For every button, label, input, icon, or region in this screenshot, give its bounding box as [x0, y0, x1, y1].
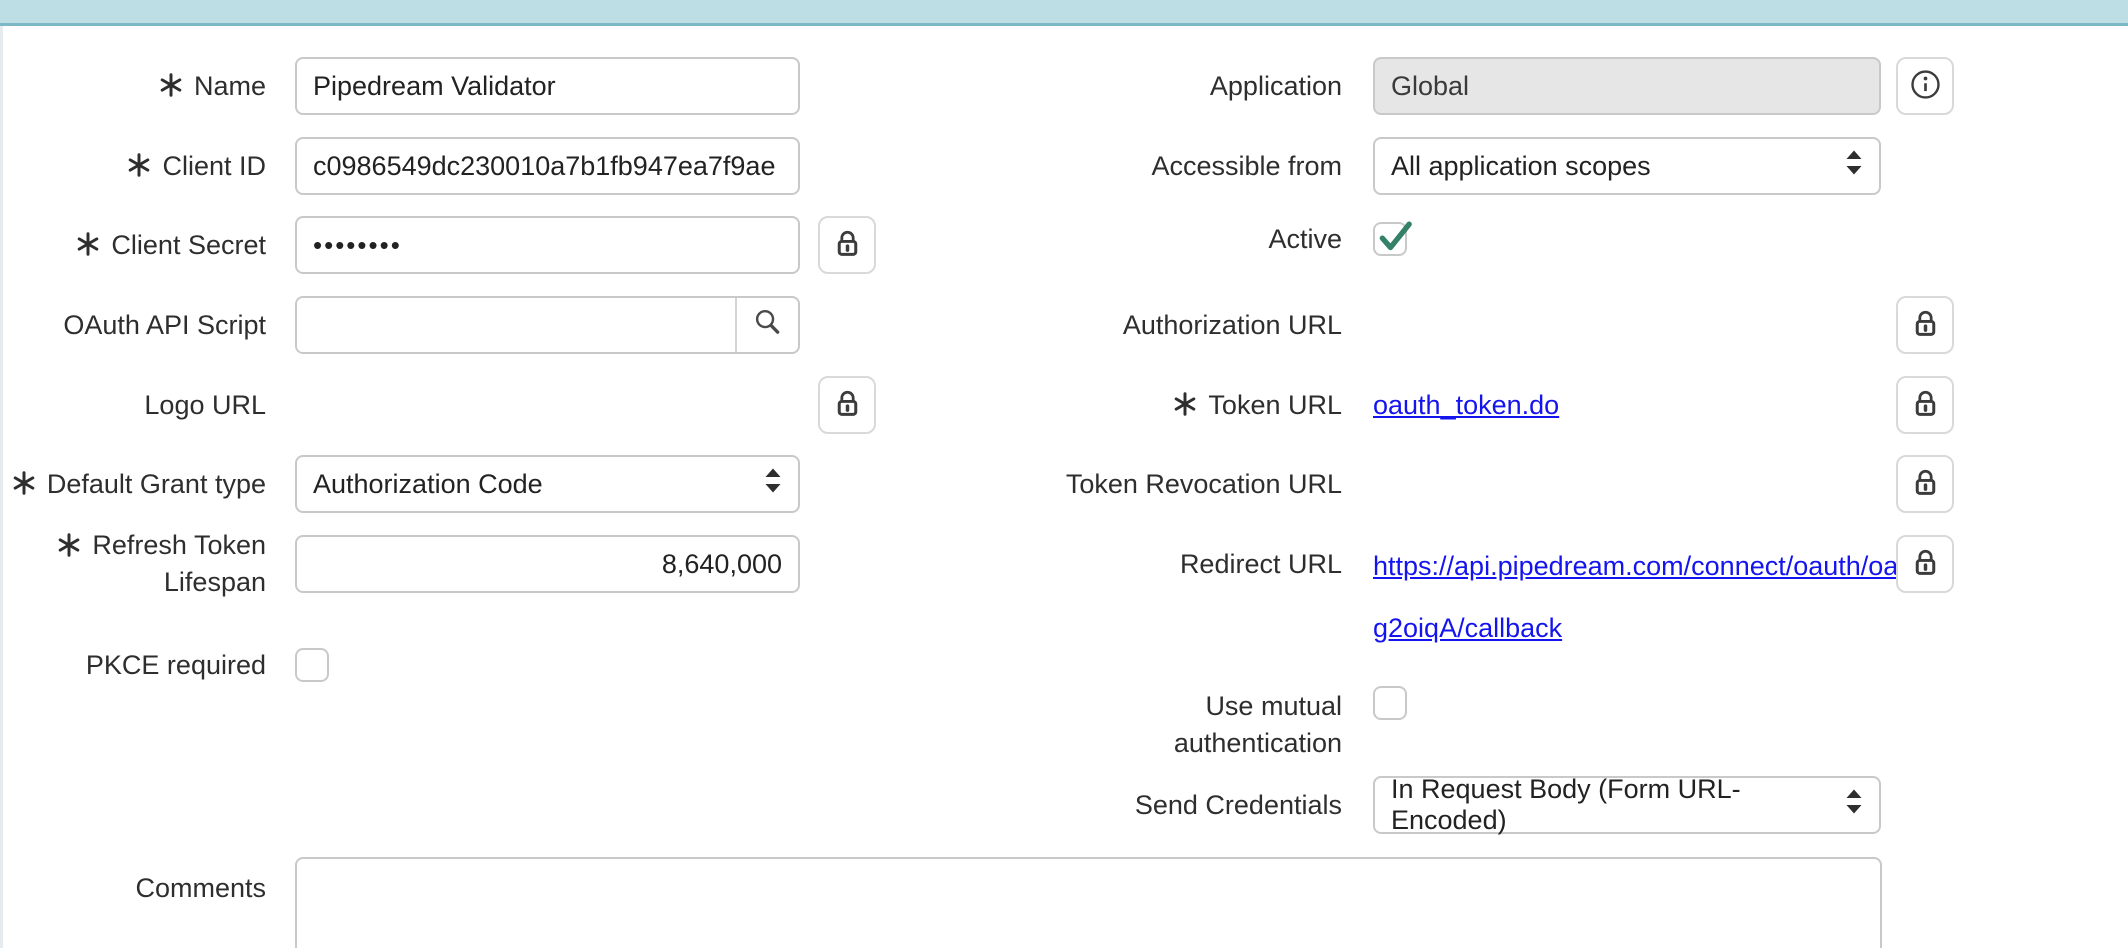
oauth-entity-form: Name Client ID Client Secret OAuth API S…: [0, 0, 2128, 948]
accessible-from-select[interactable]: All application scopes: [1373, 137, 1881, 195]
select-stepper-icon: [1845, 789, 1863, 822]
refresh-token-lifespan-input[interactable]: [295, 535, 800, 593]
form-header-bar: [0, 0, 2128, 26]
redirect-url-label: Redirect URL: [1000, 535, 1342, 593]
application-input: [1373, 57, 1881, 115]
refresh-token-lifespan-label: Refresh Token Lifespan: [0, 535, 266, 593]
lock-icon: [1909, 466, 1942, 502]
search-icon: [752, 307, 783, 343]
comments-label: Comments: [0, 859, 266, 917]
select-stepper-icon: [764, 468, 782, 501]
send-credentials-label: Send Credentials: [1000, 776, 1342, 834]
redirect-url-link[interactable]: https://api.pipedream.com/connect/oauth/…: [1373, 535, 1889, 659]
name-label: Name: [0, 57, 266, 115]
required-asterisk-icon: [75, 231, 101, 257]
oauth-api-script-input[interactable]: [297, 298, 735, 352]
logo-url-label: Logo URL: [0, 376, 266, 434]
authorization-url-label: Authorization URL: [1000, 296, 1342, 354]
required-asterisk-icon: [56, 532, 82, 558]
lock-icon: [1909, 546, 1942, 582]
lock-icon: [1909, 387, 1942, 423]
client-id-input[interactable]: [295, 137, 800, 195]
use-mutual-authentication-checkbox[interactable]: [1373, 686, 1407, 720]
default-grant-type-select[interactable]: Authorization Code: [295, 455, 800, 513]
token-revocation-url-label: Token Revocation URL: [1000, 455, 1342, 513]
active-label: Active: [1000, 222, 1342, 256]
lock-icon: [1909, 307, 1942, 343]
application-info-button[interactable]: [1896, 57, 1954, 115]
use-mutual-authentication-label: Use mutual authentication: [1000, 688, 1342, 762]
required-asterisk-icon: [1172, 391, 1198, 417]
required-asterisk-icon: [126, 152, 152, 178]
comments-textarea[interactable]: [295, 857, 1882, 948]
client-secret-label: Client Secret: [0, 216, 266, 274]
required-asterisk-icon: [158, 72, 184, 98]
client-secret-input[interactable]: [295, 216, 800, 274]
info-icon: [1909, 68, 1942, 104]
send-credentials-select[interactable]: In Request Body (Form URL-Encoded): [1373, 776, 1881, 834]
token-url-lock-button[interactable]: [1896, 376, 1954, 434]
lock-icon: [831, 227, 864, 263]
default-grant-type-label: Default Grant type: [0, 455, 266, 513]
redirect-url-lock-button[interactable]: [1896, 535, 1954, 593]
oauth-api-script-lookup-button[interactable]: [735, 298, 798, 352]
logo-url-lock-button[interactable]: [818, 376, 876, 434]
accessible-from-label: Accessible from: [1000, 137, 1342, 195]
client-secret-lock-button[interactable]: [818, 216, 876, 274]
authorization-url-lock-button[interactable]: [1896, 296, 1954, 354]
token-url-link[interactable]: oauth_token.do: [1373, 390, 1559, 420]
pkce-required-label: PKCE required: [0, 648, 266, 682]
select-stepper-icon: [1845, 150, 1863, 183]
required-asterisk-icon: [11, 470, 37, 496]
active-checkbox[interactable]: [1373, 222, 1407, 256]
oauth-api-script-label: OAuth API Script: [0, 296, 266, 354]
token-revocation-url-lock-button[interactable]: [1896, 455, 1954, 513]
application-label: Application: [1000, 57, 1342, 115]
token-url-label: Token URL: [1000, 376, 1342, 434]
pkce-required-checkbox[interactable]: [295, 648, 329, 682]
oauth-api-script-field: [295, 296, 800, 354]
lock-icon: [831, 387, 864, 423]
client-id-label: Client ID: [0, 137, 266, 195]
name-input[interactable]: [295, 57, 800, 115]
